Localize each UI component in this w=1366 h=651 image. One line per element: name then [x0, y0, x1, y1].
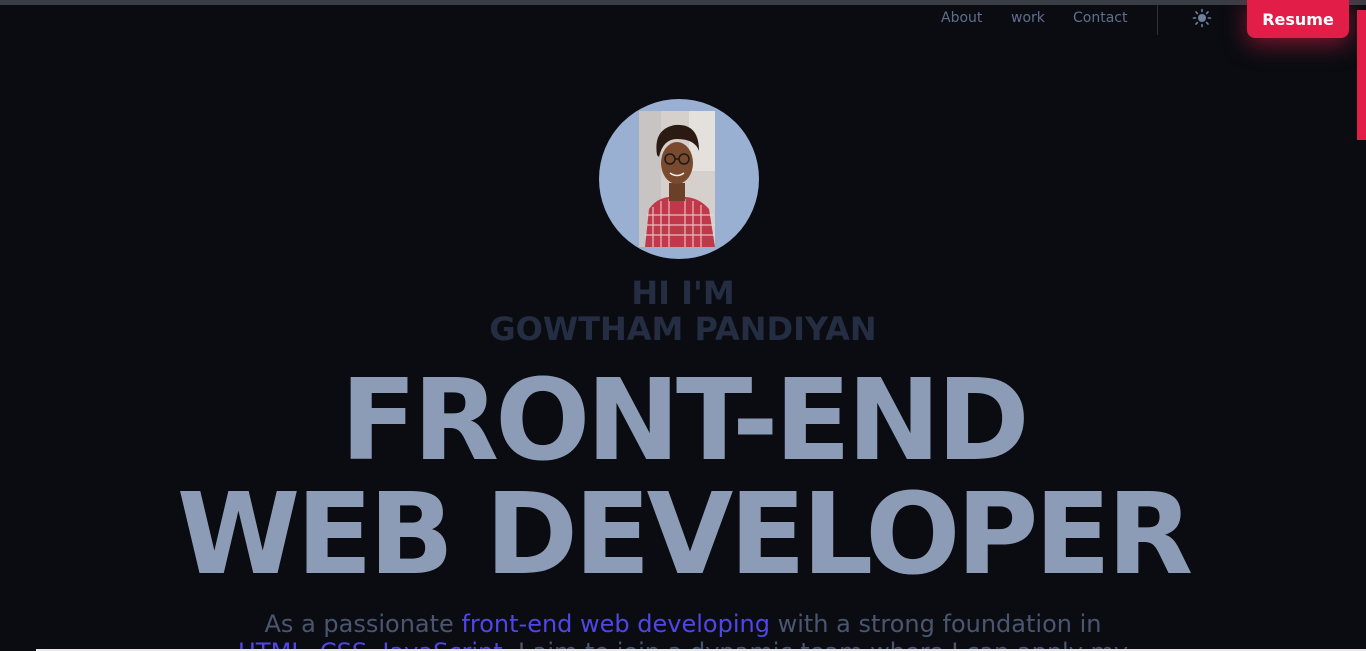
greeting-line: HI I'M	[631, 274, 735, 312]
browser-top-edge	[0, 0, 1366, 5]
name-heading: GOWTHAM PANDIYAN	[489, 310, 877, 348]
scroll-accent-bar	[1357, 10, 1366, 140]
profile-photo	[639, 111, 715, 247]
sun-icon[interactable]	[1192, 8, 1212, 28]
headline-line-1: FRONT-END	[340, 356, 1029, 486]
intro-text-part: with a strong foundation in	[769, 610, 1102, 638]
headline-line-2: WEB DEVELOPER	[176, 470, 1194, 600]
avatar	[599, 99, 759, 259]
nav-divider	[1157, 5, 1158, 35]
intro-highlight-role: front-end web developing	[461, 610, 770, 638]
intro-text-part: As a passionate	[264, 610, 462, 638]
portfolio-page: About work Contact Resume HI I'M GOWTHAM…	[0, 0, 1366, 651]
nav-link-work[interactable]: work	[1011, 10, 1045, 26]
nav-link-about[interactable]: About	[941, 10, 982, 26]
nav-link-contact[interactable]: Contact	[1073, 10, 1127, 26]
resume-button[interactable]: Resume	[1247, 0, 1349, 38]
